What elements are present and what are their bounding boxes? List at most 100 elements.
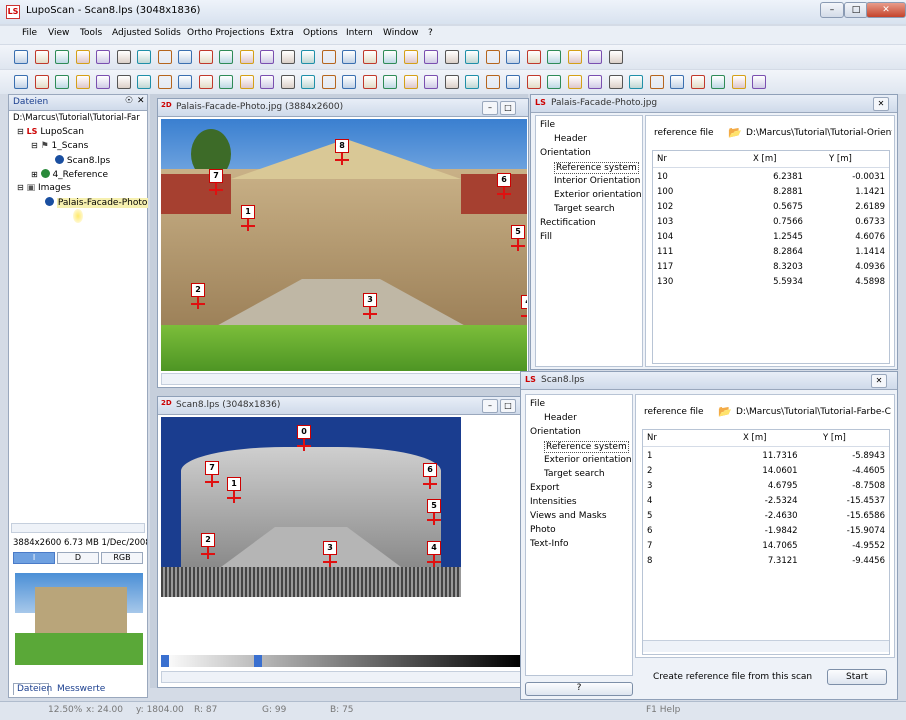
menu-window[interactable]: Window	[383, 28, 419, 38]
photo-point-row[interactable]: 130 5.5934 4.5898	[653, 274, 889, 289]
tree-node-palais-photo[interactable]: Palais-Facade-Photo	[45, 197, 149, 208]
main-tool-icon[interactable]	[567, 50, 582, 64]
edit-tool-icon[interactable]	[506, 75, 520, 89]
scan-point-row[interactable]: 6 -1.9842 -15.9074	[643, 523, 889, 538]
edit-tool-icon[interactable]	[731, 75, 746, 89]
scan-maximize-button[interactable]: □	[500, 399, 516, 413]
main-tool-icon[interactable]	[280, 50, 295, 64]
menu-ortho-projections[interactable]: Ortho Projections	[187, 28, 265, 38]
edit-tool-icon[interactable]	[178, 75, 192, 89]
photo-target-marker[interactable]: 6	[497, 173, 511, 187]
scan-target-marker[interactable]: 3	[323, 541, 337, 555]
photo-point-row[interactable]: 102 0.5675 2.6189	[653, 199, 889, 214]
main-tool-icon[interactable]	[239, 50, 254, 64]
scan-nav-photo[interactable]: Photo	[530, 525, 556, 535]
main-tool-icon[interactable]	[588, 50, 602, 64]
scan-target-marker[interactable]: 1	[227, 477, 241, 491]
nav-interior-orientation[interactable]: Interior Orientation	[554, 176, 641, 186]
scan-point-row[interactable]: 8 7.3121 -9.4456	[643, 553, 889, 568]
scan-nav-file[interactable]: File	[530, 399, 545, 409]
scan-nav-export[interactable]: Export	[530, 483, 559, 493]
tree-node-scans[interactable]: ⊟ ⚑ 1_Scans	[31, 141, 88, 151]
scan-target-marker[interactable]: 6	[423, 463, 437, 477]
photo-point-row[interactable]: 100 8.2881 1.1421	[653, 184, 889, 199]
main-tool-icon[interactable]	[547, 50, 561, 64]
scan-ref-path[interactable]: D:\Marcus\Tutorial\Tutorial-Farbe-C	[736, 407, 892, 417]
menu-adjusted-solids[interactable]: Adjusted Solids	[112, 28, 181, 38]
start-button[interactable]: Start	[827, 669, 887, 685]
scan-target-marker[interactable]: 5	[427, 499, 441, 513]
edit-tool-icon[interactable]	[383, 75, 397, 89]
edit-tool-icon[interactable]	[465, 75, 479, 89]
edit-tool-icon[interactable]	[547, 75, 561, 89]
main-tool-icon[interactable]	[383, 50, 397, 64]
menu-options[interactable]: Options	[303, 28, 338, 38]
scan-point-row[interactable]: 5 -2.4630 -15.6586	[643, 508, 889, 523]
scan-hscrollbar[interactable]	[161, 671, 527, 683]
main-tool-icon[interactable]	[424, 50, 438, 64]
tab-dateien[interactable]: Dateien	[13, 683, 52, 695]
main-tool-icon[interactable]	[342, 50, 356, 64]
edit-tool-icon[interactable]	[629, 75, 643, 89]
photo-target-marker[interactable]: 5	[511, 225, 525, 239]
main-tool-icon[interactable]	[321, 50, 336, 64]
photo-point-row[interactable]: 117 8.3203 4.0936	[653, 259, 889, 274]
main-tool-icon[interactable]	[137, 50, 151, 64]
main-tool-icon[interactable]	[526, 50, 541, 64]
edit-tool-icon[interactable]	[649, 75, 664, 89]
tree-node-images[interactable]: ⊟ ▣ Images	[17, 183, 71, 193]
edit-tool-icon[interactable]	[752, 75, 766, 89]
main-tool-icon[interactable]	[157, 50, 172, 64]
edit-tool-icon[interactable]	[75, 75, 90, 89]
main-tool-icon[interactable]	[506, 50, 520, 64]
main-tool-icon[interactable]	[116, 50, 131, 64]
scan-target-marker[interactable]: 2	[201, 533, 215, 547]
photo-minimize-button[interactable]: –	[482, 101, 498, 115]
main-tool-icon[interactable]	[260, 50, 274, 64]
main-tool-icon[interactable]	[465, 50, 479, 64]
scan-nav-views-masks[interactable]: Views and Masks	[530, 511, 607, 521]
tree-hscrollbar[interactable]	[11, 523, 145, 533]
nav-header[interactable]: Header	[554, 134, 587, 144]
scan-target-marker[interactable]: 0	[297, 425, 311, 439]
edit-tool-icon[interactable]	[280, 75, 295, 89]
main-tool-icon[interactable]	[75, 50, 90, 64]
edit-tool-icon[interactable]	[260, 75, 274, 89]
main-tool-icon[interactable]	[301, 50, 315, 64]
scan-nav-exterior-orientation[interactable]: Exterior orientation	[544, 455, 632, 465]
edit-tool-icon[interactable]	[567, 75, 582, 89]
edit-tool-icon[interactable]	[96, 75, 110, 89]
edit-tool-icon[interactable]	[362, 75, 377, 89]
photo-target-marker[interactable]: 7	[209, 169, 223, 183]
photo-target-marker[interactable]: 3	[363, 293, 377, 307]
main-tool-icon[interactable]	[96, 50, 110, 64]
tree-node-reference[interactable]: ⊞ 4_Reference	[31, 169, 108, 180]
main-tool-icon[interactable]	[362, 50, 377, 64]
photo-point-row[interactable]: 111 8.2864 1.1414	[653, 244, 889, 259]
edit-tool-icon[interactable]	[690, 75, 705, 89]
edit-tool-icon[interactable]	[608, 75, 623, 89]
gradient-left-handle[interactable]	[161, 655, 169, 667]
edit-tool-icon[interactable]	[301, 75, 315, 89]
main-tool-icon[interactable]	[444, 50, 459, 64]
scan-point-row[interactable]: 7 14.7065 -4.9552	[643, 538, 889, 553]
edit-tool-icon[interactable]	[219, 75, 233, 89]
edit-tool-icon[interactable]	[444, 75, 459, 89]
tab-messwerte[interactable]: Messwerte	[57, 684, 105, 694]
nav-exterior-orientation[interactable]: Exterior orientation	[554, 190, 642, 200]
menu-help[interactable]: ?	[428, 28, 433, 38]
scan-nav-reference-system[interactable]: Reference system	[544, 441, 629, 453]
menu-view[interactable]: View	[48, 28, 69, 38]
menu-tools[interactable]: Tools	[80, 28, 102, 38]
main-tool-icon[interactable]	[14, 50, 28, 64]
menu-extra[interactable]: Extra	[270, 28, 294, 38]
edit-tool-icon[interactable]	[588, 75, 602, 89]
edit-tool-icon[interactable]	[157, 75, 172, 89]
main-tool-icon[interactable]	[178, 50, 192, 64]
minimize-button[interactable]: –	[820, 2, 844, 18]
maximize-button[interactable]: □	[844, 2, 868, 18]
photo-target-marker[interactable]: 2	[191, 283, 205, 297]
photo-maximize-button[interactable]: □	[500, 101, 516, 115]
nav-rectification[interactable]: Rectification	[540, 218, 596, 228]
close-button[interactable]: ✕	[866, 2, 906, 18]
